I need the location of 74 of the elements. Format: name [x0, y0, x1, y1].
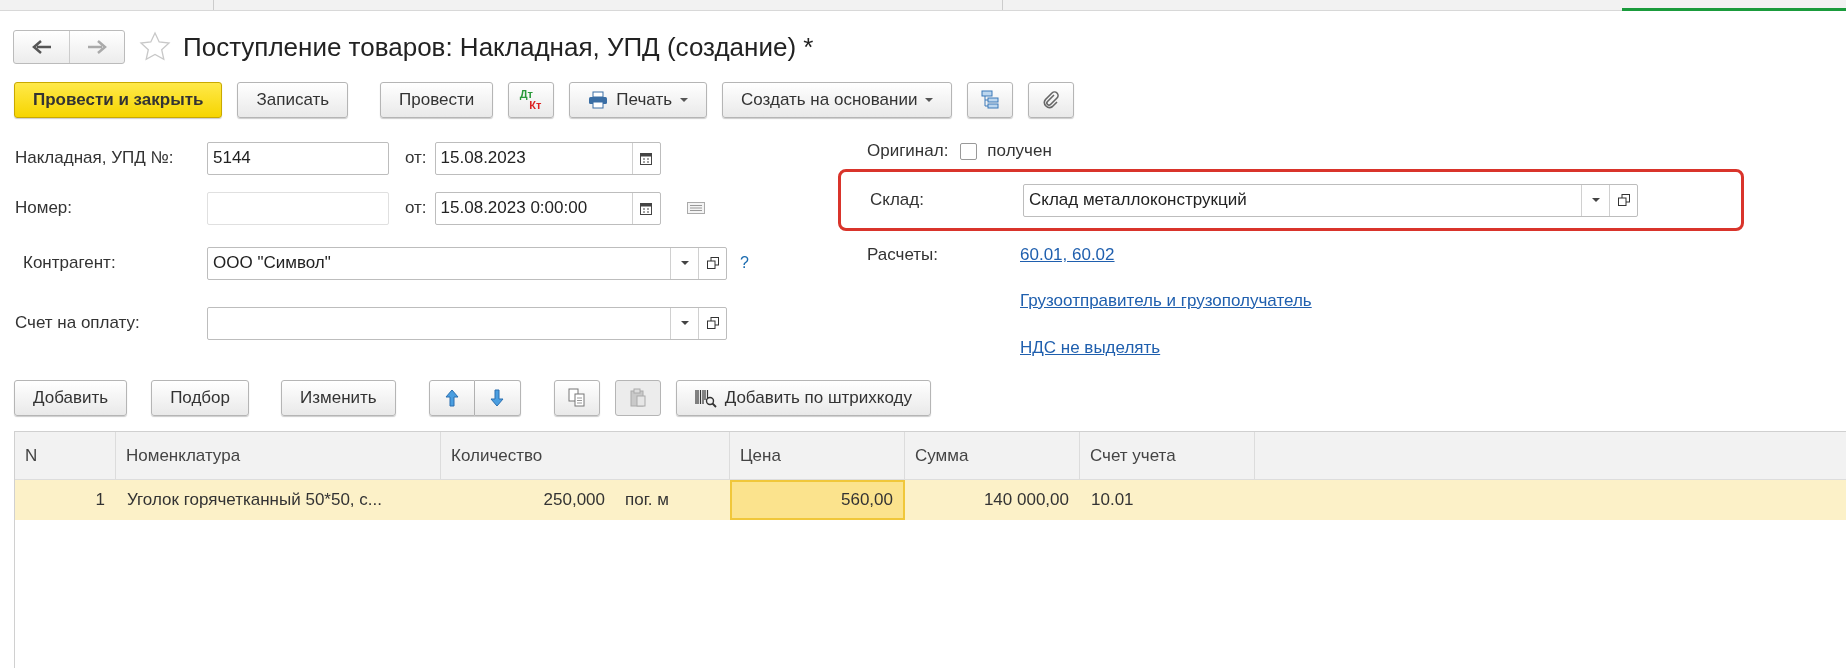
field-label: Контрагент:	[22, 253, 117, 273]
move-up-button[interactable]	[428, 380, 475, 416]
table-cell: 560,00	[730, 480, 905, 520]
table-cell-text: 10.01	[1090, 489, 1135, 511]
clipboard-icon	[627, 388, 648, 408]
field-label: Оригинал:	[867, 141, 949, 161]
down-arrow-icon	[490, 389, 505, 407]
date-field[interactable]: 15.08.2023	[434, 141, 661, 175]
open-window-icon	[1617, 194, 1630, 206]
datetime-field[interactable]: 15.08.2023 0:00:00	[434, 191, 661, 225]
form-link[interactable]: Грузоотправитель и грузополучатель	[1020, 290, 1312, 311]
column-header[interactable]: N	[15, 432, 116, 479]
post-and-close-button[interactable]: Провести и закрыть	[14, 82, 223, 118]
counterparty-field[interactable]: ООО "Символ"	[207, 246, 727, 280]
form-link[interactable]: НДС не выделять	[1020, 337, 1161, 358]
table-cell-text: 140 000,00	[982, 489, 1070, 511]
column-header[interactable]: Количество	[441, 432, 730, 479]
barcode-search-icon	[694, 388, 717, 408]
field-label: от:	[405, 148, 427, 168]
field-label: от:	[405, 198, 427, 218]
structure-button[interactable]	[967, 82, 1014, 118]
copy-button[interactable]	[553, 380, 600, 416]
table-toolbar-button[interactable]: Изменить	[281, 380, 396, 416]
right-arrow-icon	[87, 40, 107, 54]
invoice-number-field[interactable]: 5144	[207, 141, 389, 175]
dropdown-icon	[1591, 198, 1600, 202]
table-cell-text: 250,000	[542, 489, 606, 511]
print-button[interactable]: Печать	[569, 82, 708, 118]
table-cell-text: пог. м	[624, 489, 670, 511]
up-arrow-icon	[444, 389, 459, 407]
field-label: Расчеты:	[867, 245, 939, 265]
text-lines-icon[interactable]	[686, 202, 705, 214]
calendar-icon	[640, 201, 653, 215]
copy-icon	[566, 388, 587, 408]
window-title: Поступление товаров: Накладная, УПД (создание) *	[183, 31, 814, 63]
caret-icon	[680, 98, 689, 102]
payment-invoice-field[interactable]	[207, 306, 727, 340]
received-checkbox[interactable]	[960, 142, 978, 160]
settlements-link[interactable]: 60.01, 60.02	[1020, 245, 1115, 265]
create-based-on-button[interactable]: Создать на основании	[722, 82, 953, 118]
calendar-icon	[640, 151, 653, 165]
number-field[interactable]	[207, 191, 389, 225]
table-cell-text: 1	[94, 489, 106, 511]
table-toolbar-button[interactable]: Добавить	[14, 380, 128, 416]
dropdown-icon	[680, 261, 689, 265]
column-header[interactable]: Номенклатура	[116, 432, 441, 479]
table-row[interactable]: 1 Уголок горячетканный 50*50, с... 250,000 пог. м 560,00 140 000,00 10.01	[15, 480, 1846, 520]
left-arrow-icon	[31, 40, 52, 54]
add-by-barcode-button[interactable]: Добавить по штрихкоду	[675, 380, 931, 416]
open-window-icon	[706, 257, 719, 269]
dropdown-icon	[680, 321, 689, 325]
help-icon[interactable]: ?	[740, 254, 749, 272]
field-label: Склад:	[870, 190, 925, 210]
column-header[interactable]: Сумма	[905, 432, 1080, 479]
move-down-button[interactable]	[474, 380, 521, 416]
caret-icon	[925, 98, 934, 102]
table-cell-text: Уголок горячетканный 50*50, с...	[126, 489, 383, 511]
column-header[interactable]: Счет учета	[1080, 432, 1255, 479]
field-label: Счет на оплату:	[15, 313, 141, 333]
toolbar-button[interactable]: Записать	[237, 82, 349, 118]
dt-kt-button[interactable]: Дт Кт	[508, 82, 555, 118]
field-label: Номер:	[15, 198, 74, 218]
printer-icon	[588, 91, 609, 109]
table-toolbar-button[interactable]: Подбор	[151, 380, 249, 416]
star-icon[interactable]	[139, 31, 171, 63]
paperclip-icon	[1042, 90, 1061, 110]
field-label: Накладная, УПД №:	[15, 148, 175, 168]
hierarchy-icon	[979, 90, 1002, 110]
checkbox-label: получен	[987, 141, 1052, 161]
warehouse-field[interactable]: Склад металлоконструкций	[1023, 183, 1638, 217]
attach-button[interactable]	[1028, 82, 1075, 118]
open-window-icon	[706, 317, 719, 329]
column-header[interactable]: Цена	[730, 432, 905, 479]
toolbar-button[interactable]: Провести	[380, 82, 494, 118]
